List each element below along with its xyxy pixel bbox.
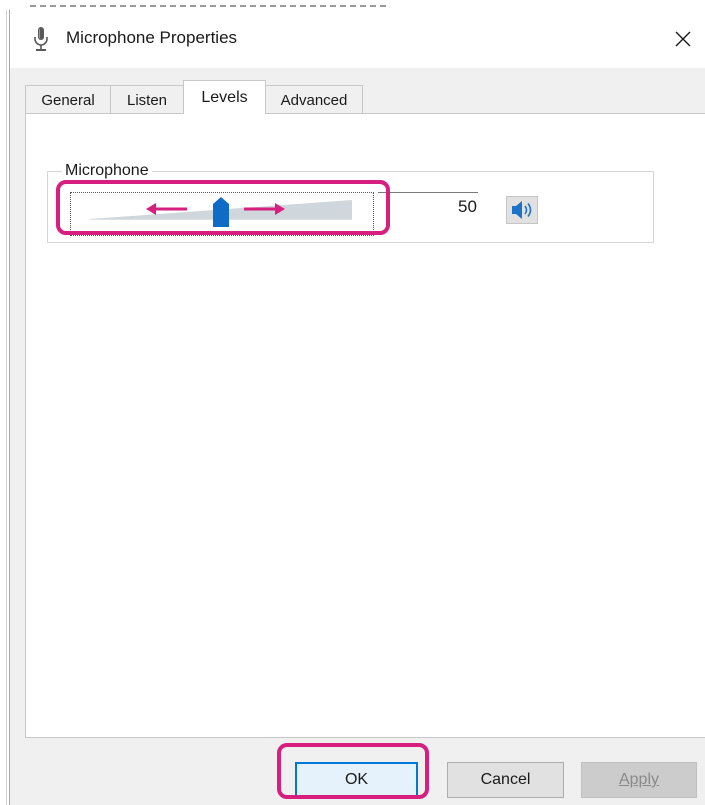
ok-highlight-annotation bbox=[277, 743, 429, 799]
level-value: 50 bbox=[458, 197, 477, 216]
microphone-icon bbox=[34, 27, 48, 51]
mute-toggle-button[interactable] bbox=[506, 196, 538, 224]
tab-listen[interactable]: Listen bbox=[110, 85, 184, 114]
microphone-group-label: Microphone bbox=[62, 161, 152, 181]
window-title: Microphone Properties bbox=[66, 28, 238, 47]
tab-general[interactable]: General bbox=[25, 85, 111, 114]
tab-advanced[interactable]: Advanced bbox=[265, 85, 363, 114]
close-icon bbox=[675, 31, 691, 47]
close-button[interactable] bbox=[660, 20, 705, 58]
title-bar: Microphone Properties bbox=[10, 10, 705, 68]
speaker-icon bbox=[512, 201, 532, 219]
apply-button[interactable]: Apply bbox=[581, 762, 697, 798]
microphone-properties-dialog: Microphone Properties General Listen Lev… bbox=[9, 10, 705, 805]
background-window-edge-left bbox=[0, 10, 9, 805]
slider-highlight-annotation bbox=[56, 180, 390, 235]
background-window-edge bbox=[0, 0, 705, 9]
cancel-button[interactable]: Cancel bbox=[447, 762, 564, 798]
tab-levels[interactable]: Levels bbox=[183, 80, 266, 114]
apply-label: Apply bbox=[618, 771, 660, 788]
level-indicator-line bbox=[378, 192, 478, 193]
